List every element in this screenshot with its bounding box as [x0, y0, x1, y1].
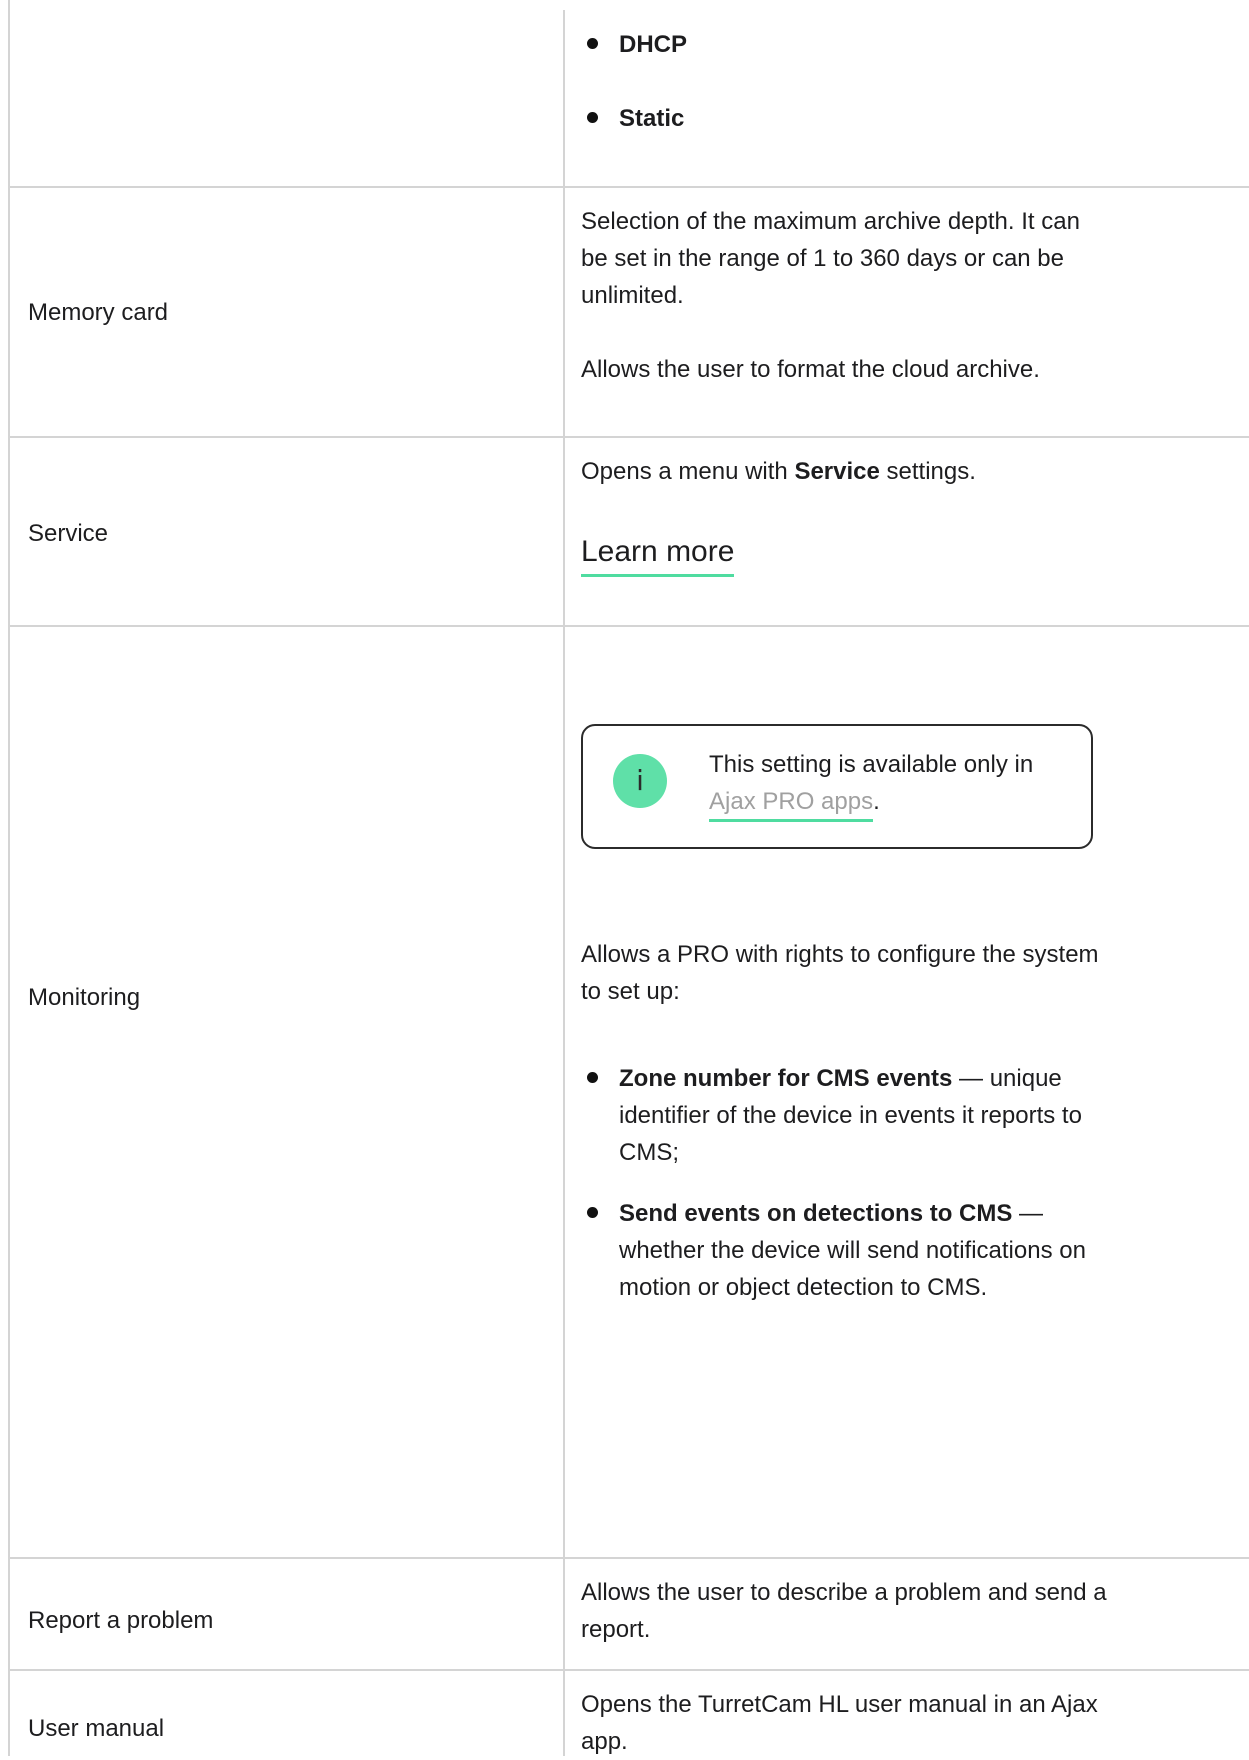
info-text-prefix: This setting is available only in — [709, 751, 1034, 778]
row-divider — [8, 625, 1249, 627]
row-label-report-problem: Report a problem — [28, 1607, 214, 1634]
user-manual-description: Opens the TurretCam HL user manual in an… — [581, 1691, 1098, 1755]
settings-table: DHCP Static Memory card Selection of the… — [8, 0, 1249, 1756]
monitoring-description: Allows a PRO with rights to configure th… — [581, 941, 1099, 1005]
row-divider — [8, 186, 1249, 188]
bullet-text: Send events on detections to CMS — wheth… — [619, 1195, 1109, 1306]
memory-card-format-description: Allows the user to format the cloud arch… — [581, 356, 1040, 383]
bullet-dot — [587, 112, 598, 123]
info-icon: i — [613, 754, 667, 808]
bullet-dot — [587, 1207, 598, 1218]
bullet-dot — [587, 38, 598, 49]
service-description: Opens a menu with Service settings. — [581, 453, 1111, 490]
info-callout-text: This setting is available only in Ajax P… — [709, 746, 1079, 822]
row-label-memory-card: Memory card — [28, 299, 169, 326]
bullet-bold: Send events on detections to CMS — [619, 1200, 1013, 1227]
network-mode-static: Static — [619, 105, 685, 132]
table-left-border — [8, 0, 10, 1756]
column-divider — [563, 10, 565, 1756]
info-text-suffix: . — [873, 788, 880, 815]
network-mode-dhcp: DHCP — [619, 31, 688, 58]
service-desc-bold: Service — [794, 458, 880, 485]
ajax-pro-apps-link[interactable]: Ajax PRO apps — [709, 788, 874, 822]
row-divider — [8, 436, 1249, 438]
service-desc-suffix: settings. — [879, 458, 976, 485]
bullet-text: Zone number for CMS events — unique iden… — [619, 1060, 1109, 1171]
learn-more-link[interactable]: Learn more — [581, 532, 735, 577]
info-callout: i This setting is available only in Ajax… — [581, 724, 1093, 849]
bullet-bold: Zone number for CMS events — [619, 1065, 953, 1092]
row-label-user-manual: User manual — [28, 1715, 165, 1742]
bullet-dot — [587, 1072, 598, 1083]
row-divider — [8, 1669, 1249, 1671]
report-problem-description: Allows the user to describe a problem an… — [581, 1579, 1107, 1643]
row-label-service: Service — [28, 520, 109, 547]
service-desc-prefix: Opens a menu with — [581, 458, 795, 485]
row-label-monitoring: Monitoring — [28, 984, 141, 1011]
memory-card-description: Selection of the maximum archive depth. … — [581, 208, 1080, 309]
row-divider — [8, 1557, 1249, 1559]
